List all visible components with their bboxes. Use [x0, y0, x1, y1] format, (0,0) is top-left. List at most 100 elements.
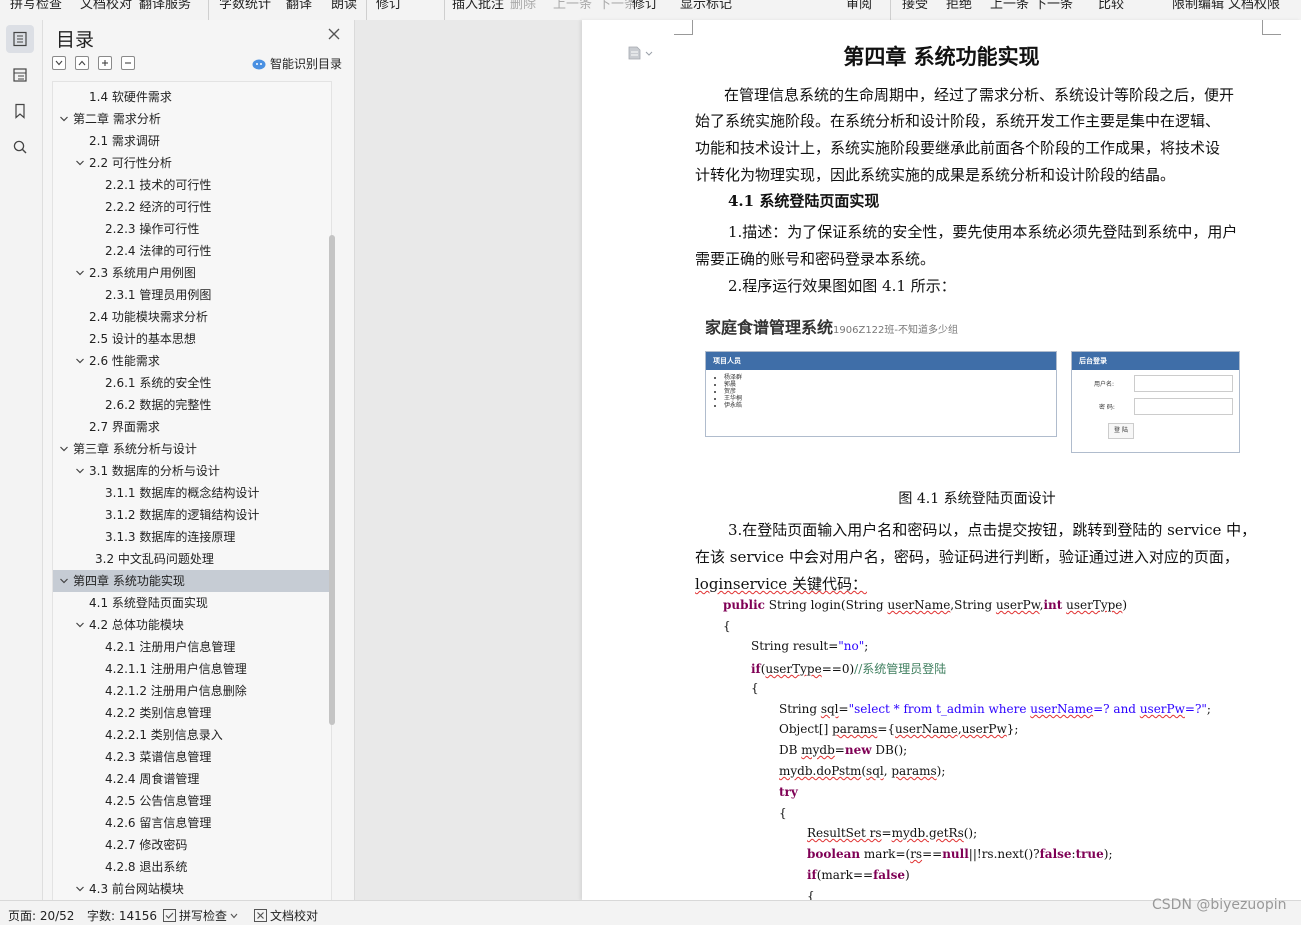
promote-level-icon[interactable] — [98, 56, 112, 70]
toolbar-doc-permission[interactable]: 文档权限 — [1228, 0, 1280, 12]
toc-item[interactable]: 1.4 软硬件需求 — [53, 86, 329, 108]
toolbar-accept[interactable]: 接受 — [902, 0, 928, 12]
side-icon-rail — [0, 20, 43, 900]
toolbar-insert-comment[interactable]: 插入批注 — [452, 0, 504, 12]
toc-panel: 目录 智能识别目录 1.4 软硬件需求 第二章 需求分析 2.1 需求调研 2.2 可… — [43, 20, 355, 901]
toc-item[interactable]: 4.2.2.1 类别信息录入 — [53, 724, 329, 746]
toc-item[interactable]: 4.2.8 退出系统 — [53, 856, 329, 878]
chevron-down-icon[interactable] — [59, 576, 69, 586]
chevron-down-icon[interactable] — [75, 268, 85, 278]
toolbar-next-change[interactable]: 下一条 — [1034, 0, 1073, 12]
toc-scrollbar[interactable] — [329, 235, 335, 725]
toc-item[interactable]: 4.2 总体功能模块 — [53, 614, 329, 636]
toc-item[interactable]: 2.3.1 管理员用例图 — [53, 284, 329, 306]
toolbar-spellcheck[interactable]: 拼写检查 — [10, 0, 62, 12]
toc-item[interactable]: 4.3 前台网站模块 — [53, 878, 329, 900]
toc-item[interactable]: 4.2.1.2 注册用户信息删除 — [53, 680, 329, 702]
toc-item[interactable]: 4.2.1.1 注册用户信息管理 — [53, 658, 329, 680]
chevron-down-icon[interactable] — [75, 620, 85, 630]
word-count[interactable]: 字数: 14156 — [87, 907, 157, 924]
toc-item[interactable]: 4.2.2 类别信息管理 — [53, 702, 329, 724]
toc-item[interactable]: 2.6.1 系统的安全性 — [53, 372, 329, 394]
toolbar-track-changes[interactable]: 修订 — [376, 0, 402, 12]
toc-item[interactable]: 4.2.7 修改密码 — [53, 834, 329, 856]
toc-item-label: 3.1 数据库的分析与设计 — [89, 464, 220, 478]
toc-item-label: 2.1 需求调研 — [89, 134, 160, 148]
search-icon[interactable] — [6, 133, 34, 161]
document-page: 第四章 系统功能实现 在管理信息系统的生命周期中，经过了需求分析、系统设计等阶段… — [582, 20, 1301, 900]
chevron-down-icon[interactable] — [75, 158, 85, 168]
toc-item[interactable]: 3.1 数据库的分析与设计 — [53, 460, 329, 482]
spellcheck-toggle[interactable]: 拼写检查 — [163, 907, 238, 924]
toc-item[interactable]: 2.4 功能模块需求分析 — [53, 306, 329, 328]
toc-item[interactable]: 3.1.2 数据库的逻辑结构设计 — [53, 504, 329, 526]
toc-item[interactable]: 3.1.1 数据库的概念结构设计 — [53, 482, 329, 504]
toc-item[interactable]: 2.3 系统用户用例图 — [53, 262, 329, 284]
chevron-down-icon[interactable] — [59, 114, 69, 124]
toolbar-separator — [890, 0, 891, 20]
chevron-down-icon[interactable] — [75, 466, 85, 476]
toolbar-delete[interactable]: 删除 — [510, 0, 536, 12]
toc-item[interactable]: 4.2.5 公告信息管理 — [53, 790, 329, 812]
toc-item[interactable]: 4.2.1 注册用户信息管理 — [53, 636, 329, 658]
toc-item[interactable]: 2.1 需求调研 — [53, 130, 329, 152]
toolbar-translate-service[interactable]: 翻译服务 — [139, 0, 191, 12]
chevron-down-icon[interactable] — [59, 444, 69, 454]
toc-item[interactable]: 2.6 性能需求 — [53, 350, 329, 372]
toc-item[interactable]: 2.2.2 经济的可行性 — [53, 196, 329, 218]
crop-mark — [1262, 20, 1281, 35]
section-title: 4.1 系统登陆页面实现 — [728, 192, 880, 210]
toolbar-compare[interactable]: 比较 — [1098, 0, 1124, 12]
toolbar-restrict-edit[interactable]: 限制编辑 — [1172, 0, 1224, 12]
toc-item[interactable]: 第四章 系统功能实现 — [53, 570, 329, 592]
smart-toc-button[interactable]: 智能识别目录 — [252, 55, 342, 72]
toc-item[interactable]: 第二章 需求分析 — [53, 108, 329, 130]
toc-item[interactable]: 2.2.4 法律的可行性 — [53, 240, 329, 262]
toolbar-read-aloud[interactable]: 朗读 — [331, 0, 357, 12]
toolbar-prev[interactable]: 上一条 — [553, 0, 592, 12]
toc-item[interactable]: 2.2.3 操作可行性 — [53, 218, 329, 240]
toc-icon[interactable] — [6, 25, 34, 53]
figure-login-screenshot: 家庭食谱管理系统1906Z122班-不知道多少组 项目人员 杨泽群郭晨贺彦王华桐… — [700, 310, 1242, 460]
toc-item-label: 4.2.7 修改密码 — [105, 838, 188, 852]
toc-item-label: 2.2 可行性分析 — [89, 156, 172, 170]
close-icon[interactable] — [326, 26, 342, 42]
toc-item[interactable]: 3.2 中文乱码问题处理 — [53, 548, 329, 570]
toolbar-reject[interactable]: 拒绝 — [946, 0, 972, 12]
chevron-down-icon[interactable] — [75, 356, 85, 366]
demote-level-icon[interactable] — [121, 56, 135, 70]
proofread-toggle[interactable]: 文档校对 — [254, 907, 318, 924]
chevron-down-icon[interactable] — [75, 884, 85, 894]
toc-item-label: 4.2.1 注册用户信息管理 — [105, 640, 236, 654]
toc-item[interactable]: 3.1.3 数据库的连接原理 — [53, 526, 329, 548]
toc-item[interactable]: 4.2.4 周食谱管理 — [53, 768, 329, 790]
toc-item[interactable]: 2.7 界面需求 — [53, 416, 329, 438]
toc-item-label: 2.3 系统用户用例图 — [89, 266, 196, 280]
toolbar-prev-change[interactable]: 上一条 — [990, 0, 1029, 12]
toc-item[interactable]: 4.2.3 菜谱信息管理 — [53, 746, 329, 768]
toc-item[interactable]: 2.2.1 技术的可行性 — [53, 174, 329, 196]
toc-item[interactable]: 2.2 可行性分析 — [53, 152, 329, 174]
status-bar: 页面: 20/52 字数: 14156 拼写检查 文档校对 — [0, 900, 1301, 925]
toc-item[interactable]: 4.1 系统登陆页面实现 — [53, 592, 329, 614]
code-line: Object[] params={userName,userPw}; — [779, 722, 1019, 736]
expand-all-icon[interactable] — [52, 56, 66, 70]
toolbar-wordcount[interactable]: 字数统计 — [219, 0, 271, 12]
toc-item[interactable]: 2.5 设计的基本思想 — [53, 328, 329, 350]
toolbar-review[interactable]: 审阅 — [846, 0, 872, 12]
toc-item-label: 2.6.1 系统的安全性 — [105, 376, 212, 390]
toolbar-separator — [444, 0, 445, 20]
bookmark-icon[interactable] — [6, 97, 34, 125]
toc-item-label: 4.2 总体功能模块 — [89, 618, 184, 632]
toolbar-translate[interactable]: 翻译 — [286, 0, 312, 12]
collapse-all-icon[interactable] — [75, 56, 89, 70]
toc-item[interactable]: 第三章 系统分析与设计 — [53, 438, 329, 460]
navigation-icon[interactable] — [6, 61, 34, 89]
toc-item[interactable]: 4.2.6 留言信息管理 — [53, 812, 329, 834]
toolbar-show-markup[interactable]: 显示标记 — [680, 0, 732, 12]
page-indicator[interactable]: 页面: 20/52 — [8, 907, 74, 924]
toolbar-revise[interactable]: 修订 — [632, 0, 658, 12]
toc-item[interactable]: 2.6.2 数据的完整性 — [53, 394, 329, 416]
toc-item-label: 4.2.6 留言信息管理 — [105, 816, 212, 830]
toolbar-proofread[interactable]: 文档校对 — [80, 0, 132, 12]
